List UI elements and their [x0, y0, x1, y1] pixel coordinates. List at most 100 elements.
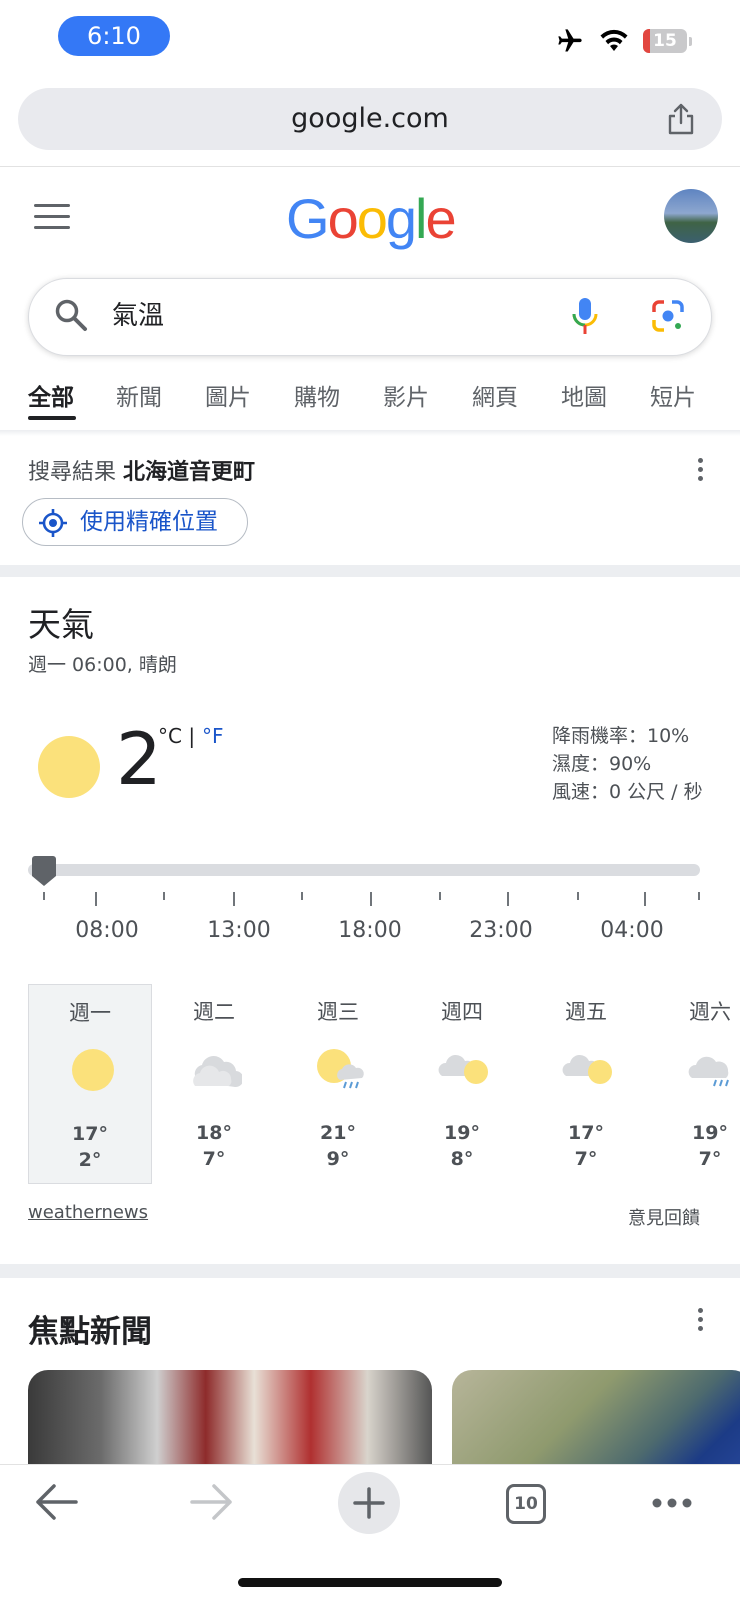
- logo-letter: o: [327, 187, 359, 250]
- unit-fahrenheit[interactable]: °F: [202, 724, 224, 748]
- logo-letter: o: [356, 187, 388, 250]
- timeline-label: 08:00: [75, 918, 139, 943]
- forecast-day[interactable]: 週五 17° 7°: [524, 984, 648, 1184]
- day-high: 18°: [196, 1122, 232, 1144]
- forecast-day[interactable]: 週三 21° 9°: [276, 984, 400, 1184]
- location-prefix: 搜尋結果: [28, 460, 117, 485]
- forecast-day[interactable]: 週一 17° 2°: [28, 984, 152, 1184]
- back-icon[interactable]: [34, 1482, 78, 1522]
- more-options-icon[interactable]: [697, 1308, 703, 1334]
- divider: [0, 430, 740, 436]
- day-high: 17°: [72, 1123, 108, 1145]
- day-high: 19°: [444, 1122, 480, 1144]
- sunny-icon: [38, 736, 100, 798]
- search-tabs: 全部 新聞 圖片 購物 影片 網頁 地圖 短片: [0, 380, 740, 424]
- forecast-day[interactable]: 週二 18° 7°: [152, 984, 276, 1184]
- unit-celsius: °C |: [158, 724, 201, 748]
- tab-maps[interactable]: 地圖: [561, 380, 607, 416]
- menu-icon[interactable]: [34, 204, 70, 232]
- forecast-day[interactable]: 週六 19° 7°: [648, 984, 740, 1184]
- weather-source-link[interactable]: weathernews: [28, 1202, 148, 1223]
- tick: [95, 892, 97, 906]
- tab-web[interactable]: 網頁: [472, 380, 518, 416]
- time-slider-thumb[interactable]: [30, 856, 58, 888]
- tab-videos[interactable]: 影片: [383, 380, 429, 416]
- day-low: 7°: [574, 1148, 598, 1170]
- tab-all[interactable]: 全部: [28, 380, 74, 416]
- tab-news[interactable]: 新聞: [116, 380, 162, 416]
- home-indicator[interactable]: [238, 1578, 502, 1587]
- humidity: 濕度：90%: [552, 753, 652, 775]
- search-icon: [55, 299, 87, 331]
- day-low: 7°: [698, 1148, 722, 1170]
- divider: [0, 166, 740, 167]
- day-name: 週三: [317, 1000, 359, 1024]
- section-divider: [0, 1264, 740, 1278]
- forecast-day[interactable]: 週四 19° 8°: [400, 984, 524, 1184]
- day-high: 17°: [568, 1122, 604, 1144]
- plus-icon: [353, 1487, 385, 1519]
- tab-shorts[interactable]: 短片: [650, 380, 696, 416]
- feedback-link[interactable]: 意見回饋: [628, 1204, 700, 1230]
- screen: 6:10 15 google.com Google 氣溫 全部 新聞 圖片 購物…: [0, 0, 740, 1600]
- timeline-label: 23:00: [469, 918, 533, 943]
- url-bar[interactable]: google.com: [18, 88, 722, 150]
- day-low: 8°: [450, 1148, 474, 1170]
- time-slider[interactable]: [28, 864, 700, 876]
- share-icon[interactable]: [664, 102, 698, 136]
- day-low: 9°: [326, 1148, 350, 1170]
- tabs-count-button[interactable]: 10: [506, 1484, 546, 1524]
- google-logo[interactable]: Google: [286, 186, 457, 251]
- active-tab-indicator: [28, 416, 76, 420]
- battery-nub: [689, 36, 692, 46]
- timeline-label: 18:00: [338, 918, 402, 943]
- status-time: 6:10: [58, 16, 170, 56]
- tab-images[interactable]: 圖片: [205, 380, 251, 416]
- wind-speed: 風速：0 公尺 / 秒: [552, 781, 703, 803]
- cloudy-icon: [193, 1056, 242, 1088]
- tick: [577, 892, 579, 900]
- timeline-label: 04:00: [600, 918, 664, 943]
- tick: [698, 892, 700, 900]
- day-high: 19°: [692, 1122, 728, 1144]
- tick: [439, 892, 441, 900]
- day-low: 2°: [78, 1149, 102, 1171]
- day-name: 週四: [441, 1000, 483, 1024]
- gps-icon: [39, 509, 67, 537]
- day-name: 週一: [69, 1001, 111, 1025]
- tab-shopping[interactable]: 購物: [294, 380, 340, 416]
- weather-title: 天氣: [28, 605, 94, 644]
- tick: [301, 892, 303, 900]
- timeline-label: 13:00: [207, 918, 271, 943]
- status-icons: 15: [555, 26, 692, 56]
- partly-cloudy-icon: [562, 1054, 612, 1084]
- more-options-icon[interactable]: [697, 458, 703, 484]
- url-text: google.com: [291, 103, 449, 134]
- day-low: 7°: [202, 1148, 226, 1170]
- precise-location-label: 使用精確位置: [80, 509, 218, 535]
- logo-letter: e: [425, 187, 456, 250]
- tick: [233, 892, 235, 906]
- more-menu-icon[interactable]: [652, 1498, 692, 1508]
- avatar[interactable]: [664, 189, 718, 243]
- forward-icon[interactable]: [190, 1482, 234, 1522]
- tick: [163, 892, 165, 900]
- battery-level: 15: [653, 31, 677, 51]
- wifi-icon: [600, 29, 628, 51]
- logo-letter: l: [415, 187, 428, 250]
- logo-letter: g: [385, 187, 417, 250]
- weather-subtitle: 週一 06:00, 晴朗: [28, 654, 177, 676]
- weather-stats: 降雨機率：10% 濕度：90% 風速：0 公尺 / 秒: [552, 722, 703, 806]
- logo-letter: G: [286, 187, 330, 250]
- sun-rain-icon: [317, 1049, 364, 1089]
- news-section-title: 焦點新聞: [28, 1314, 152, 1350]
- day-name: 週六: [689, 1000, 731, 1024]
- day-name: 週二: [193, 1000, 235, 1024]
- cloud-rain-icon: [688, 1056, 729, 1087]
- google-lens-icon[interactable]: [650, 298, 686, 334]
- microphone-icon[interactable]: [570, 296, 600, 336]
- unit-celsius-label: °C: [158, 724, 182, 748]
- partly-cloudy-icon: [438, 1054, 488, 1084]
- battery-icon: 15: [643, 29, 687, 53]
- search-query: 氣溫: [112, 301, 165, 331]
